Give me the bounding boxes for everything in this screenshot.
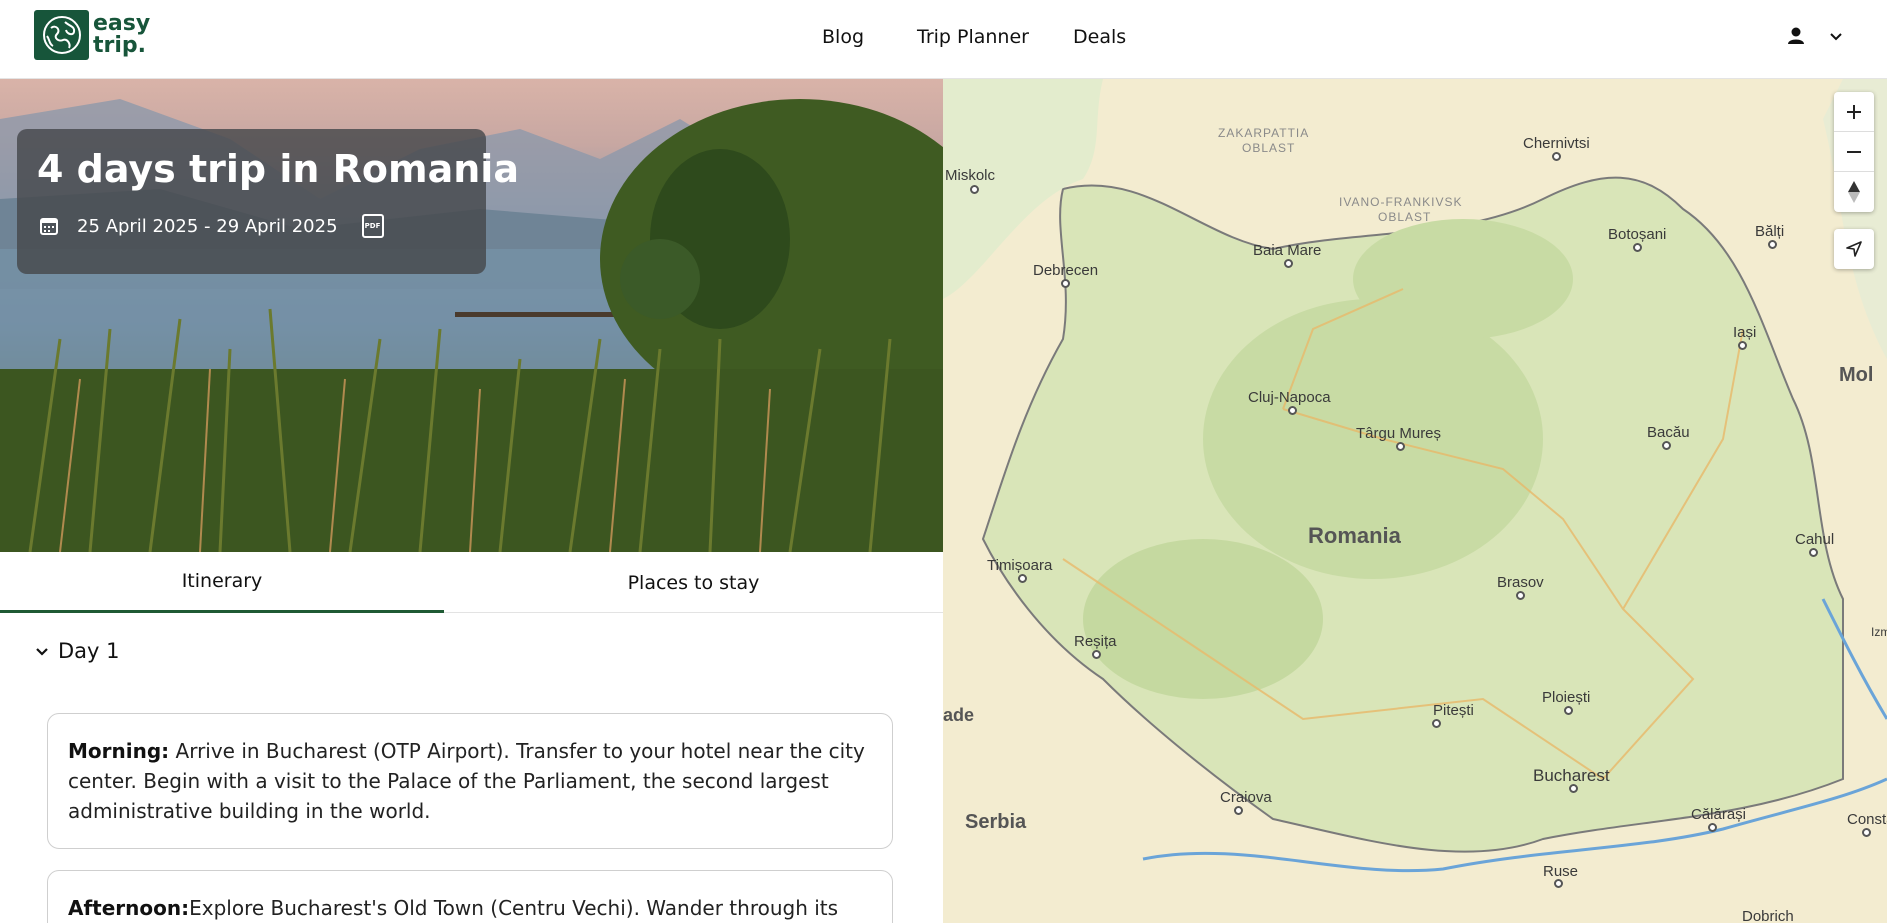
trip-map[interactable]: ZAKARPATTIA OBLAST IVANO-FRANKIVSK OBLAS… [943, 79, 1887, 923]
city-marker [1552, 152, 1561, 161]
region-label: OBLAST [1242, 141, 1296, 155]
city-label: Chernivtsi [1523, 135, 1590, 152]
entry-text: Explore Bucharest's Old Town (Centru Vec… [189, 896, 839, 920]
globe-icon [34, 10, 89, 60]
nav-deals[interactable]: Deals [1073, 26, 1126, 48]
city-label: Iași [1733, 324, 1757, 341]
itinerary-entry-afternoon: Afternoon:Explore Bucharest's Old Town (… [47, 870, 893, 923]
trip-dates: 25 April 2025 - 29 April 2025 [77, 215, 338, 237]
country-label-moldova: Mol [1839, 364, 1874, 386]
city-marker [1061, 279, 1070, 288]
city-marker [970, 185, 979, 194]
edge-label: ade [943, 705, 975, 725]
city-label: Dobrich [1742, 908, 1794, 923]
city-marker [1092, 650, 1101, 659]
map-locate-control [1834, 229, 1874, 269]
logo-line-1: easy [93, 11, 151, 36]
pdf-download-icon[interactable]: PDF [361, 214, 384, 238]
city-label: Cahul [1795, 531, 1835, 548]
city-label: Brasov [1497, 574, 1544, 591]
city-label: Reșița [1074, 633, 1117, 650]
logo[interactable]: easy trip. [34, 10, 150, 60]
entry-label: Afternoon: [68, 896, 190, 920]
country-label: Romania [1308, 523, 1401, 548]
city-label: Craiova [1220, 789, 1272, 806]
city-marker [1862, 828, 1871, 837]
city-marker [1738, 341, 1747, 350]
city-marker [1396, 442, 1405, 451]
plus-icon [1845, 103, 1863, 121]
country-label-serbia: Serbia [965, 811, 1027, 833]
city-label: Pitești [1433, 702, 1474, 719]
city-marker [1554, 879, 1563, 888]
region-label: IVANO-FRANKIVSK [1339, 195, 1463, 209]
city-marker [1018, 574, 1027, 583]
zoom-out-button[interactable] [1834, 132, 1874, 172]
city-marker [1708, 823, 1717, 832]
calendar-icon [39, 216, 59, 236]
top-header: easy trip. Blog Trip Planner Deals [0, 0, 1887, 79]
trip-summary-card: 4 days trip in Romania 25 April 2025 - 2… [17, 129, 519, 274]
city-label: Miskolc [945, 167, 996, 184]
city-label: Botoșani [1608, 226, 1667, 243]
city-label: Bacău [1647, 424, 1690, 441]
nav-blog[interactable]: Blog [822, 26, 864, 48]
compass-button[interactable] [1834, 172, 1874, 212]
pdf-label: PDF [364, 222, 381, 230]
content-tabs: Itinerary Places to stay [0, 552, 943, 613]
city-label: Bălți [1755, 223, 1785, 240]
trip-title: 4 days trip in Romania [37, 147, 519, 191]
city-marker [1432, 719, 1441, 728]
city-label: Călărași [1691, 806, 1747, 823]
logo-line-2: trip. [93, 33, 147, 58]
city-marker [1809, 548, 1818, 557]
location-arrow-icon [1845, 240, 1863, 258]
city-marker [1569, 784, 1578, 793]
logo-text: easy trip. [93, 13, 150, 57]
city-label: Târgu Mureș [1356, 425, 1442, 442]
city-label: Timișoara [987, 557, 1053, 574]
tab-places-to-stay[interactable]: Places to stay [444, 552, 943, 613]
compass-icon [1845, 180, 1863, 204]
user-icon[interactable] [1786, 26, 1806, 50]
city-label: Bucharest [1533, 766, 1610, 785]
minus-icon [1845, 143, 1863, 161]
city-label: Izm [1871, 625, 1887, 639]
city-label: Ploiești [1542, 689, 1591, 706]
city-label: Debrecen [1033, 262, 1099, 279]
city-marker [1284, 259, 1293, 268]
city-marker [1662, 441, 1671, 450]
region-label: ZAKARPATTIA [1218, 126, 1310, 140]
city-label: Cluj-Napoca [1248, 389, 1331, 406]
region-label: OBLAST [1378, 210, 1432, 224]
hero-image: 4 days trip in Romania 25 April 2025 - 2… [0, 79, 943, 552]
city-label: Constan [1847, 811, 1887, 828]
itinerary-panel: Day 1 Morning: Arrive in Bucharest (OTP … [0, 613, 943, 923]
city-marker [1564, 706, 1573, 715]
city-label: Ruse [1543, 863, 1579, 880]
city-marker [1633, 243, 1642, 252]
city-marker [1288, 406, 1297, 415]
map-zoom-controls [1834, 92, 1874, 212]
city-marker [1516, 591, 1525, 600]
city-marker [1234, 806, 1243, 815]
city-label: Baia Mare [1253, 242, 1322, 259]
tab-itinerary[interactable]: Itinerary [0, 552, 444, 613]
zoom-in-button[interactable] [1834, 92, 1874, 132]
chevron-down-icon[interactable] [1828, 28, 1844, 48]
chevron-down-icon [34, 643, 50, 659]
day-1-toggle[interactable]: Day 1 [34, 639, 120, 663]
locate-me-button[interactable] [1834, 229, 1874, 269]
trip-dates-row: 25 April 2025 - 29 April 2025 PDF [39, 214, 384, 238]
city-marker [1768, 240, 1777, 249]
entry-label: Morning: [68, 739, 170, 763]
entry-text: Arrive in Bucharest (OTP Airport). Trans… [68, 739, 865, 823]
nav-trip-planner[interactable]: Trip Planner [917, 26, 1029, 48]
day-label: Day 1 [58, 639, 120, 663]
user-menu[interactable] [1786, 26, 1844, 50]
itinerary-entry-morning: Morning: Arrive in Bucharest (OTP Airpor… [47, 713, 893, 849]
